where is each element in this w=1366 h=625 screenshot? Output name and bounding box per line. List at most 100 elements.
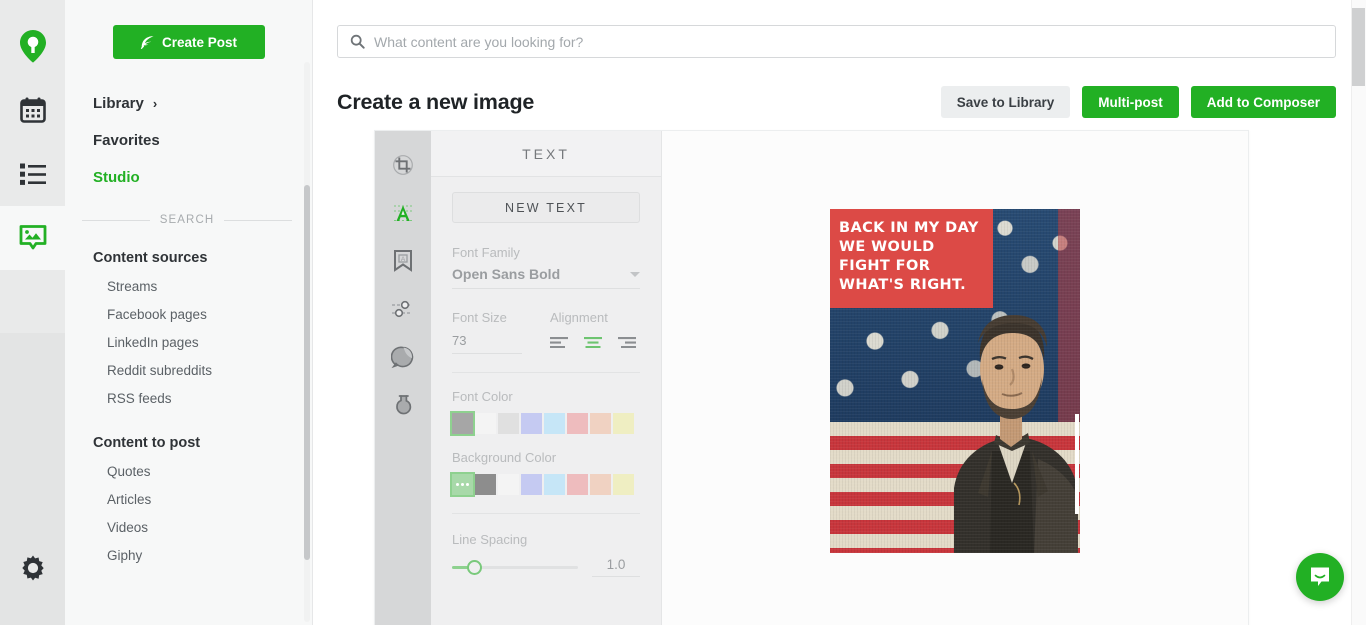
font-family-label: Font Family xyxy=(452,245,520,260)
nav-content-studio[interactable] xyxy=(0,206,65,270)
slider-knob[interactable] xyxy=(467,560,482,575)
background-color-swatch[interactable] xyxy=(590,474,611,495)
font-color-swatch[interactable] xyxy=(475,413,496,434)
font-color-swatch[interactable] xyxy=(567,413,588,434)
font-size-group: Font Size xyxy=(452,310,532,354)
line-spacing-value[interactable]: 1.0 xyxy=(592,557,640,577)
font-color-swatch[interactable] xyxy=(544,413,565,434)
location-pin-logo-icon xyxy=(19,30,46,63)
page-title: Create a new image xyxy=(337,89,535,114)
save-to-library-button[interactable]: Save to Library xyxy=(940,86,1071,118)
page-header: Create a new image Save to Library Multi… xyxy=(337,86,1336,118)
font-size-input[interactable] xyxy=(452,333,522,354)
alignment-label: Alignment xyxy=(550,310,608,325)
multi-post-button[interactable]: Multi-post xyxy=(1082,86,1179,118)
align-right-button[interactable] xyxy=(618,335,636,353)
magic-tool-button[interactable] xyxy=(375,381,431,429)
feather-icon xyxy=(140,35,154,49)
nav-calendar[interactable] xyxy=(0,78,65,142)
background-color-swatch[interactable] xyxy=(567,474,588,495)
background-color-swatch[interactable] xyxy=(498,474,519,495)
background-color-swatch[interactable] xyxy=(521,474,542,495)
nav-queue[interactable] xyxy=(0,142,65,206)
new-text-button[interactable]: NEW TEXT xyxy=(452,192,640,223)
alignment-buttons xyxy=(550,335,640,353)
text-icon xyxy=(394,205,412,221)
background-color-swatch[interactable] xyxy=(452,474,473,495)
add-to-composer-button[interactable]: Add to Composer xyxy=(1190,86,1336,118)
sidebar-scrollbar-thumb[interactable] xyxy=(304,185,310,560)
background-color-swatch[interactable] xyxy=(475,474,496,495)
background-color-swatch[interactable] xyxy=(544,474,565,495)
magic-icon xyxy=(396,395,412,415)
crop-tool-button[interactable] xyxy=(375,141,431,189)
panel-divider-2 xyxy=(452,513,640,514)
search-input[interactable] xyxy=(374,33,1323,50)
badge-icon: A xyxy=(394,250,412,272)
alignment-group: Alignment xyxy=(532,310,640,354)
app-root: Create Post Library › Favorites Studio S… xyxy=(0,0,1366,625)
sidebar-item-library[interactable]: Library › xyxy=(93,85,312,122)
text-tool-button[interactable] xyxy=(375,189,431,237)
font-color-swatch[interactable] xyxy=(590,413,611,434)
sidebar-item-facebook-pages[interactable]: Facebook pages xyxy=(65,307,312,322)
panel-title: TEXT xyxy=(431,131,661,177)
sidebar-item-studio[interactable]: Studio xyxy=(93,159,312,196)
editor-tool-rail: A xyxy=(375,131,431,625)
chevron-right-icon: › xyxy=(152,96,158,111)
align-left-button[interactable] xyxy=(550,335,568,353)
sidebar-item-quotes[interactable]: Quotes xyxy=(65,464,312,479)
font-color-swatch[interactable] xyxy=(613,413,634,434)
sidebar-item-streams[interactable]: Streams xyxy=(65,279,312,294)
search-box[interactable] xyxy=(337,25,1336,58)
sidebar-item-linkedin-pages[interactable]: LinkedIn pages xyxy=(65,335,312,350)
image-preview[interactable]: BACK IN MY DAY WE WOULD FIGHT FOR WHAT'S… xyxy=(830,209,1080,553)
sidebar-item-giphy[interactable]: Giphy xyxy=(65,548,312,563)
nav-settings[interactable] xyxy=(0,536,65,600)
intercom-chat-button[interactable] xyxy=(1296,553,1344,601)
app-logo[interactable] xyxy=(0,14,65,78)
sidebar-search-divider: SEARCH xyxy=(82,214,292,226)
font-color-swatch[interactable] xyxy=(452,413,473,434)
align-center-icon xyxy=(584,337,602,349)
image-editor: A TEXT NEW TEXT Font Family Open Sans Bo… xyxy=(374,130,1249,625)
main-scrollbar-thumb[interactable] xyxy=(1352,8,1365,86)
editor-canvas[interactable]: BACK IN MY DAY WE WOULD FIGHT FOR WHAT'S… xyxy=(662,131,1248,625)
main-scrollbar-track[interactable] xyxy=(1351,0,1366,625)
sidebar-item-label: Studio xyxy=(93,169,140,186)
font-color-swatch[interactable] xyxy=(521,413,542,434)
sidebar-item-rss-feeds[interactable]: RSS feeds xyxy=(65,391,312,406)
sidebar-primary-nav: Library › Favorites Studio xyxy=(65,85,312,196)
font-color-swatches xyxy=(452,413,640,434)
header-actions: Save to Library Multi-post Add to Compos… xyxy=(940,86,1336,118)
font-family-select[interactable]: Open Sans Bold xyxy=(452,266,640,289)
line-spacing-slider[interactable] xyxy=(452,559,578,575)
text-panel: TEXT NEW TEXT Font Family Open Sans Bold… xyxy=(431,131,662,625)
chevron-down-icon xyxy=(630,271,640,277)
sidebar-item-reddit-subreddits[interactable]: Reddit subreddits xyxy=(65,363,312,378)
adjustments-tool-button[interactable] xyxy=(375,285,431,333)
background-color-swatch[interactable] xyxy=(613,474,634,495)
sidebar-item-label: Library xyxy=(93,95,144,112)
primary-nav-rail xyxy=(0,0,65,625)
search-icon xyxy=(350,34,365,49)
background-color-swatches xyxy=(452,474,640,495)
align-center-button[interactable] xyxy=(584,335,602,353)
sidebar-item-articles[interactable]: Articles xyxy=(65,492,312,507)
sticker-tool-button[interactable] xyxy=(375,333,431,381)
intercom-chat-icon xyxy=(1311,567,1329,586)
sidebar-item-favorites[interactable]: Favorites xyxy=(93,122,312,159)
image-bubble-icon xyxy=(19,225,46,250)
crop-icon xyxy=(393,155,413,175)
background-color-label: Background Color xyxy=(452,450,557,465)
main-content: Create a new image Save to Library Multi… xyxy=(313,0,1366,625)
font-color-swatch[interactable] xyxy=(498,413,519,434)
sidebar: Create Post Library › Favorites Studio S… xyxy=(65,0,313,625)
badge-tool-button[interactable]: A xyxy=(375,237,431,285)
sidebar-item-videos[interactable]: Videos xyxy=(65,520,312,535)
quote-text-overlay[interactable]: BACK IN MY DAY WE WOULD FIGHT FOR WHAT'S… xyxy=(830,209,993,308)
create-post-button[interactable]: Create Post xyxy=(112,25,265,59)
image-resize-handle[interactable] xyxy=(1075,414,1079,514)
panel-body: NEW TEXT Font Family Open Sans Bold Font… xyxy=(431,177,661,577)
line-spacing-row: 1.0 xyxy=(452,557,640,577)
